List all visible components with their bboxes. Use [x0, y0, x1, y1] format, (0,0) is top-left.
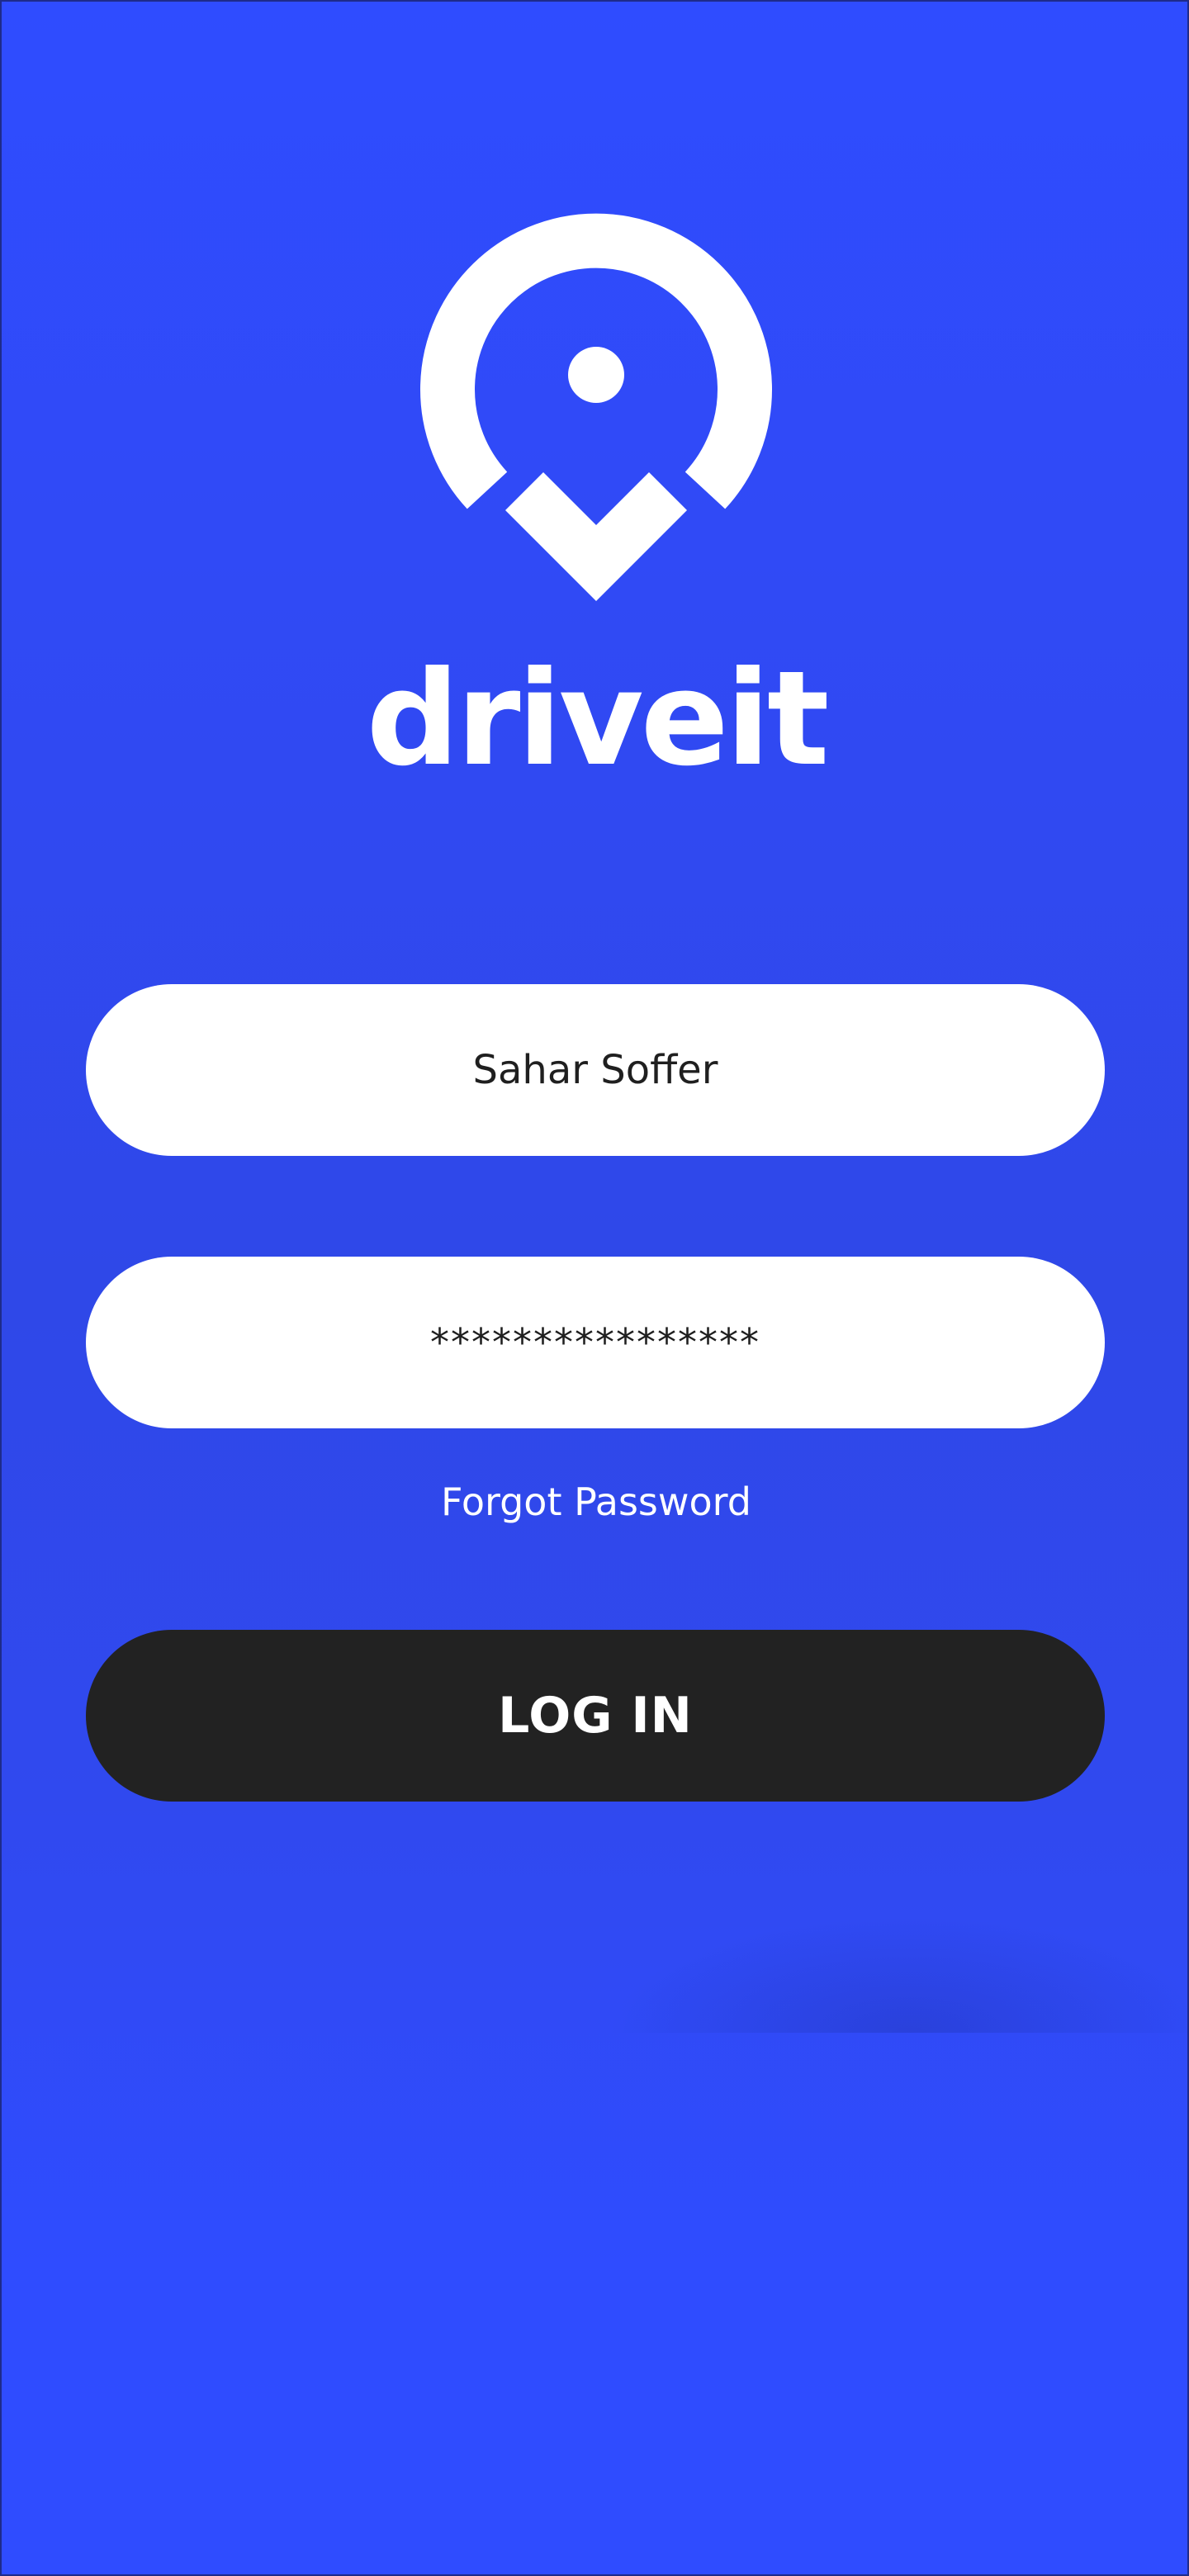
login-button[interactable]: LOG IN [86, 1630, 1105, 1802]
password-field[interactable]: **************** [86, 1257, 1105, 1428]
forgot-password-link[interactable]: Forgot Password [2, 1480, 1187, 1524]
username-field[interactable]: Sahar Soffer [86, 984, 1105, 1156]
brand-name: driveit [366, 643, 829, 795]
location-pin-icon [420, 213, 772, 601]
login-screen: driveit Sahar Soffer **************** Fo… [0, 0, 1189, 2576]
